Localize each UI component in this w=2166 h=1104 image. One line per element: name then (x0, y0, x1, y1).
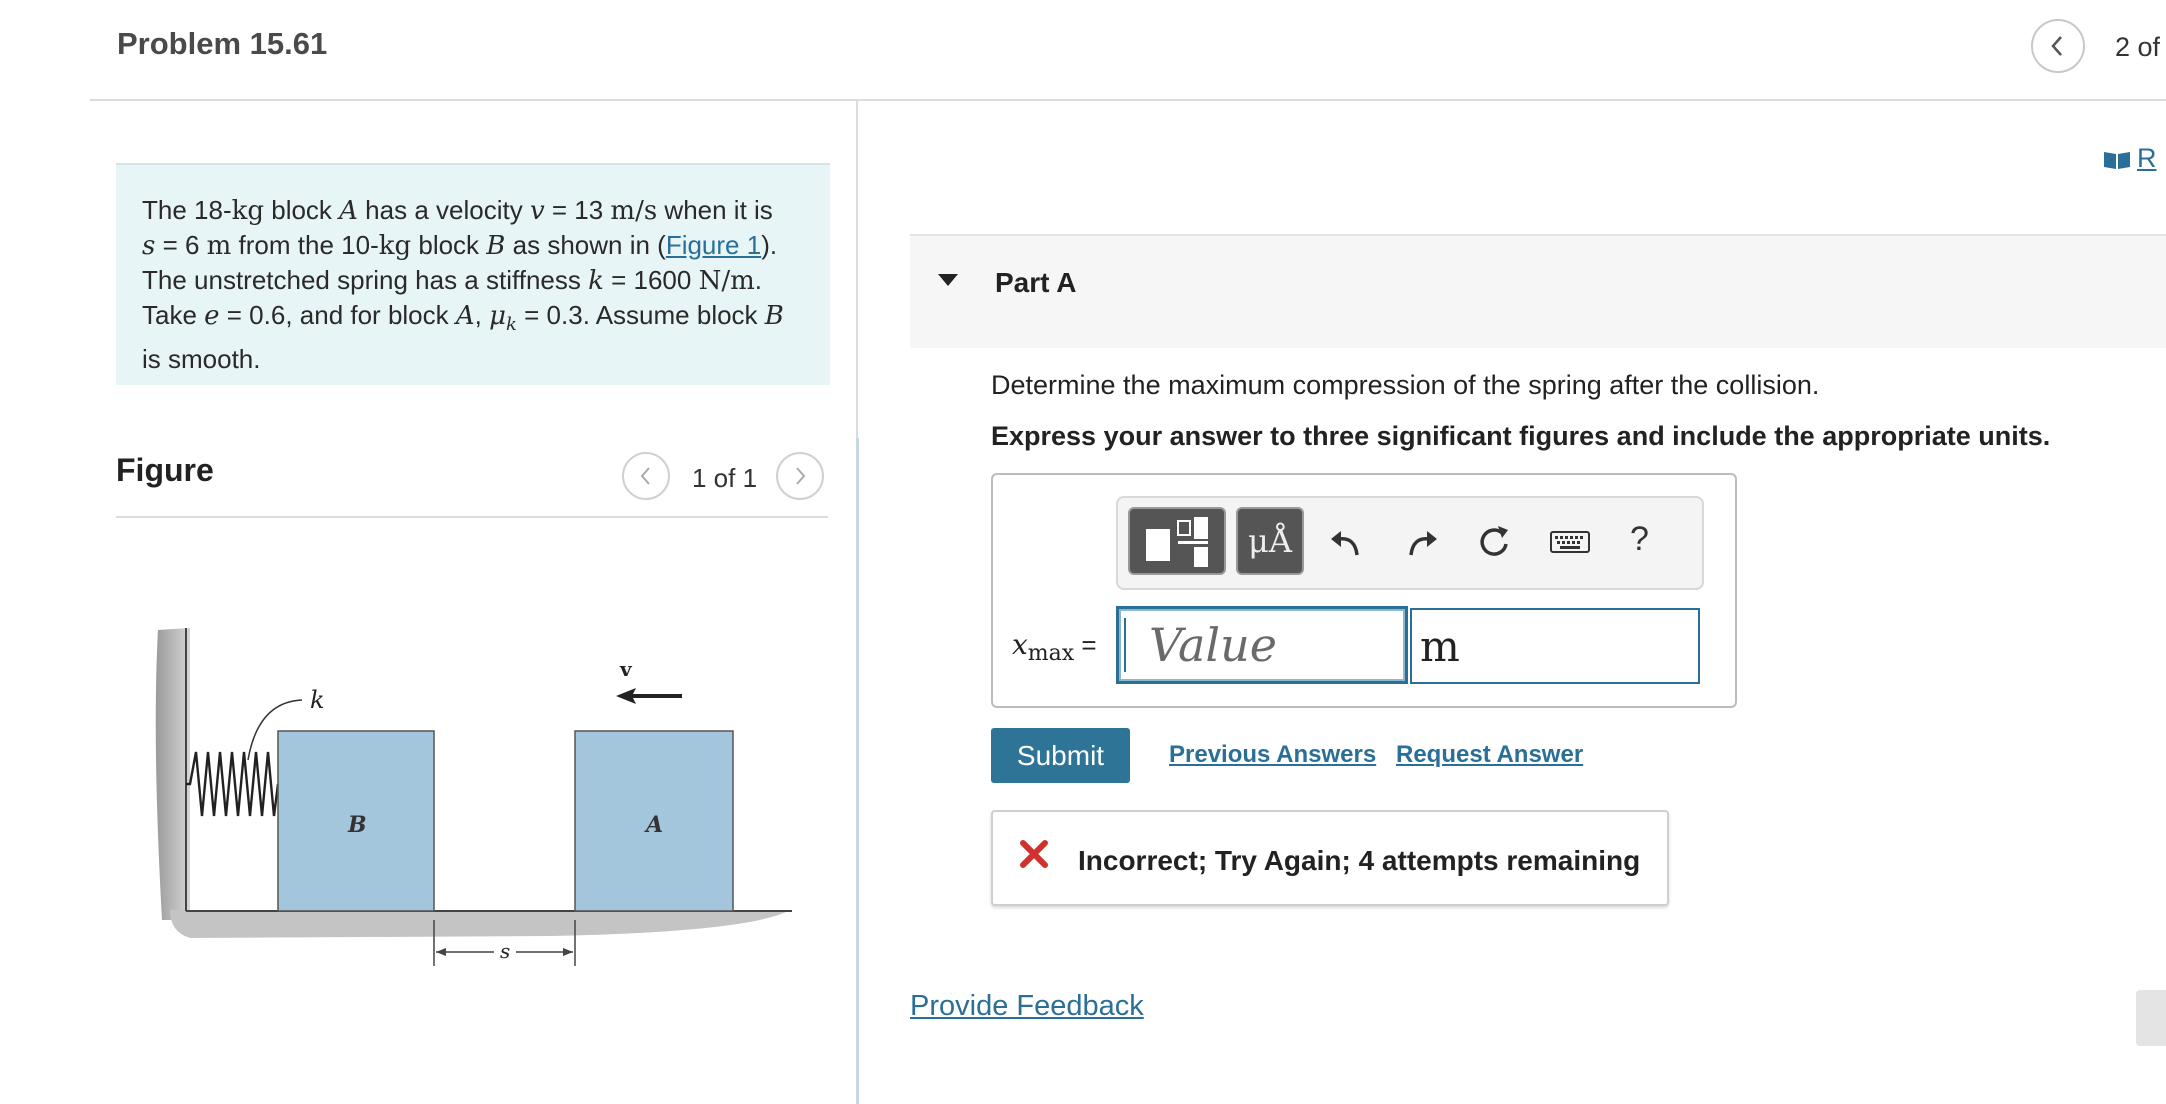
problem-statement: The 18-kg block A has a velocity v = 13 … (116, 163, 830, 385)
next-part-button[interactable] (2136, 990, 2166, 1046)
help-button[interactable]: ? (1630, 520, 1649, 559)
spring-blocks-figure: k B A v s (155, 628, 792, 966)
panel-divider (856, 99, 858, 439)
problem-line-1: The 18-kg block A has a velocity v = 13 … (142, 195, 773, 226)
question-text: Determine the maximum compression of the… (991, 370, 1820, 400)
request-answer-link[interactable]: Request Answer (1396, 741, 1583, 769)
floor-shading (170, 910, 790, 938)
units-button[interactable]: μÅ (1236, 507, 1304, 575)
block-b-label: B (347, 812, 367, 838)
chevron-right-icon (796, 467, 806, 485)
previous-problem-button[interactable] (2031, 19, 2085, 73)
templates-icon (1146, 517, 1208, 567)
figure-title: Figure (116, 452, 214, 488)
undo-icon (1331, 531, 1359, 556)
submit-button[interactable]: Submit (991, 728, 1130, 783)
error-x-icon (1020, 840, 1048, 868)
book-icon (2104, 151, 2130, 169)
keyboard-button[interactable] (1548, 522, 1592, 562)
reset-icon (1480, 526, 1508, 556)
value-input[interactable] (1116, 606, 1408, 684)
problem-counter: 2 of (2115, 32, 2161, 62)
panel-resize-handle[interactable] (856, 438, 859, 1104)
keyboard-icon (1550, 531, 1590, 553)
previous-answers-link[interactable]: Previous Answers (1169, 741, 1376, 769)
velocity-label: v (619, 657, 633, 681)
header-divider (90, 99, 2166, 101)
figure-1-link[interactable]: Figure 1 (666, 230, 761, 260)
k-label: k (310, 686, 325, 714)
spring (186, 751, 280, 817)
problem-line-3: The unstretched spring has a stiffness k… (142, 265, 762, 296)
undo-button[interactable] (1326, 522, 1366, 562)
templates-button[interactable] (1128, 507, 1226, 575)
chevron-left-icon (2051, 36, 2062, 56)
instruction-text: Express your answer to three significant… (991, 421, 2051, 451)
unit-input[interactable] (1410, 608, 1700, 684)
variable-label: xmax = (1012, 628, 1097, 667)
figure-counter: 1 of 1 (692, 463, 758, 493)
text-cursor (1124, 618, 1126, 672)
part-a-header[interactable] (910, 234, 2166, 348)
feedback-message: Incorrect; Try Again; 4 attempts remaini… (1078, 845, 1641, 876)
figure-divider (116, 516, 828, 518)
redo-icon (1409, 531, 1437, 556)
block-a-label: A (644, 812, 663, 838)
figure-prev-button[interactable] (622, 452, 670, 500)
reset-button[interactable] (1474, 522, 1514, 562)
review-link-label: R (2137, 143, 2157, 173)
review-link[interactable]: R (2103, 143, 2157, 174)
figure-next-button[interactable] (776, 452, 824, 500)
s-label: s (500, 939, 510, 963)
wall-shading (155, 628, 190, 920)
caret-down-icon[interactable] (936, 272, 960, 288)
provide-feedback-link[interactable]: Provide Feedback (910, 990, 1144, 1023)
problem-line-4: Take e = 0.6, and for block A, μk = 0.3.… (142, 300, 784, 336)
problem-line-2: s = 6 m from the 10-kg block B as shown … (142, 230, 778, 261)
part-a-label: Part A (995, 267, 1077, 298)
problem-title: Problem 15.61 (117, 26, 328, 61)
problem-line-5: is smooth. (142, 344, 261, 375)
chevron-left-icon (640, 467, 650, 485)
redo-button[interactable] (1402, 522, 1442, 562)
